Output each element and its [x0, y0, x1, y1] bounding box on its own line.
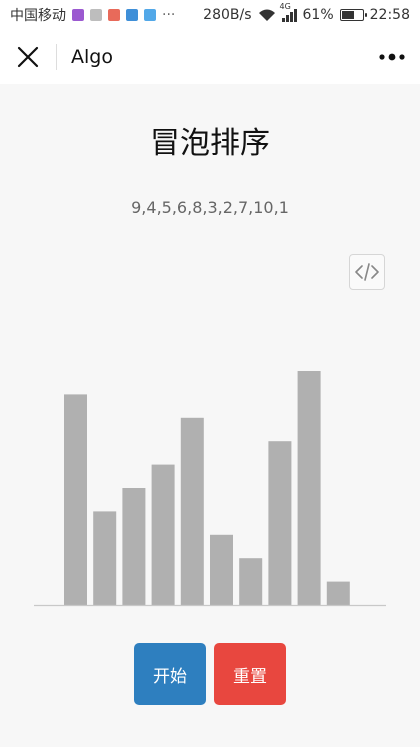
- notification-icon: [144, 9, 156, 21]
- notification-icon: [108, 9, 120, 21]
- chart-bar: [210, 534, 233, 605]
- nav-divider: [56, 44, 57, 70]
- view-code-button[interactable]: [349, 254, 385, 290]
- notification-icon: [90, 9, 102, 21]
- reset-button[interactable]: 重置: [214, 643, 286, 705]
- notification-icon: [126, 9, 138, 21]
- chart-bar: [180, 417, 204, 605]
- start-button[interactable]: 开始: [134, 643, 206, 705]
- navigation-bar: Algo: [0, 30, 420, 84]
- chart-bar: [122, 488, 146, 605]
- chart-bar: [93, 511, 117, 605]
- close-button[interactable]: [0, 30, 56, 84]
- status-right: 280B/s 4G 61% 22:58: [203, 2, 410, 23]
- status-left: 中国移动 ···: [10, 5, 175, 25]
- wifi-icon: [258, 9, 275, 21]
- page-title: 冒泡排序: [150, 126, 270, 161]
- status-bar: 中国移动 ··· 280B/s 4G 61% 22:58: [0, 0, 420, 30]
- close-icon: [17, 46, 39, 68]
- chart-bar: [326, 581, 350, 605]
- clock: 22:58: [369, 7, 410, 23]
- chart-bar: [151, 464, 175, 605]
- signal-icon: 4G: [280, 2, 297, 22]
- chart-bar: [239, 558, 263, 605]
- chart-bar: [297, 371, 321, 605]
- network-speed: 280B/s: [203, 7, 252, 23]
- chart-bar: [268, 441, 292, 605]
- battery-percent: 61%: [302, 7, 334, 23]
- notification-icon: [72, 9, 84, 21]
- chart-bar: [64, 394, 87, 605]
- more-button[interactable]: [364, 30, 420, 84]
- nav-title: Algo: [71, 46, 113, 68]
- more-notifications-icon: ···: [162, 7, 176, 23]
- more-icon: [379, 53, 405, 61]
- code-icon: [355, 263, 379, 281]
- carrier-name: 中国移动: [10, 8, 66, 24]
- bar-chart: [34, 371, 386, 607]
- controls: 开始 重置: [0, 643, 420, 705]
- array-values-text: 9,4,5,6,8,3,2,7,10,1: [131, 198, 289, 217]
- battery-icon: [339, 9, 367, 21]
- network-type: 4G: [279, 2, 291, 11]
